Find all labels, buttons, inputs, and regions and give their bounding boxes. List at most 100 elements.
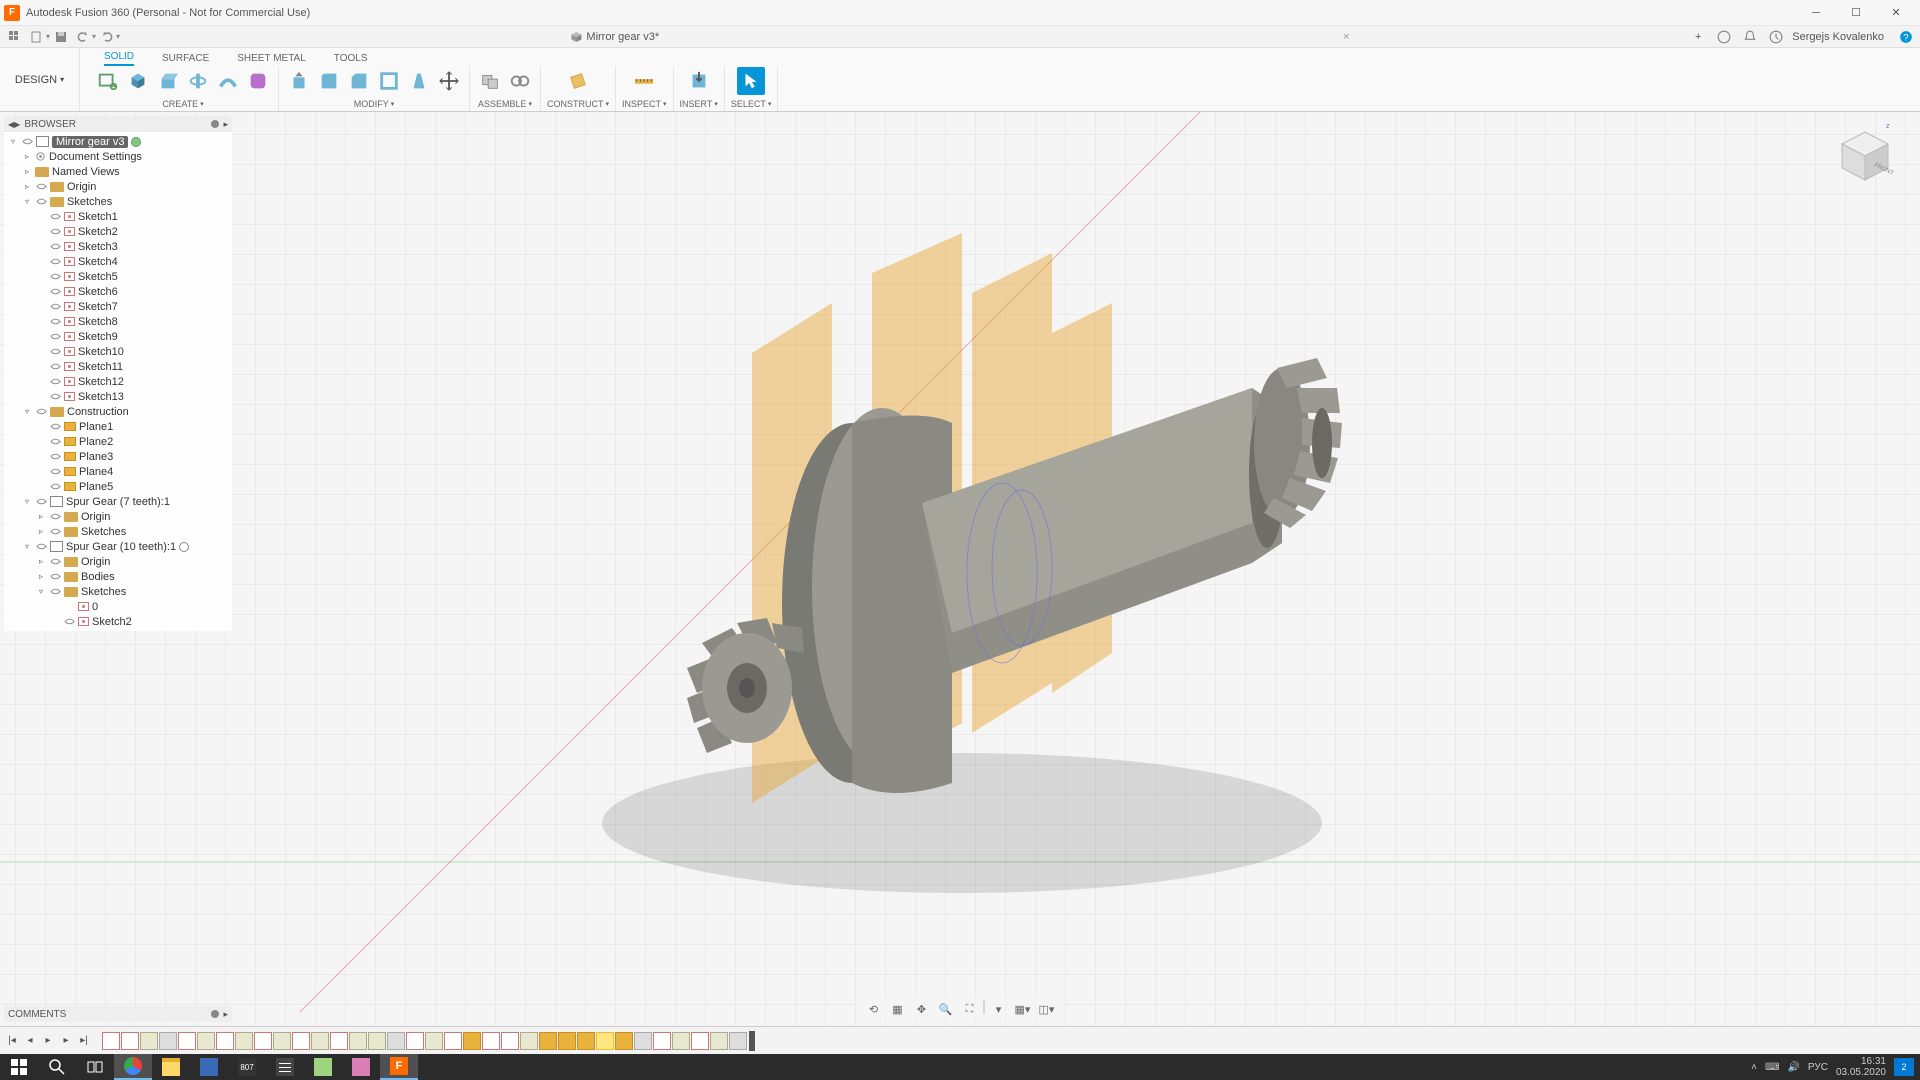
panel-options-icon[interactable] <box>211 1010 219 1018</box>
tree-sketch-item[interactable]: Sketch2 <box>4 224 232 239</box>
workspace-switcher[interactable]: DESIGN▾ <box>0 48 80 111</box>
tree-sketch-item[interactable]: Sketch9 <box>4 329 232 344</box>
search-button[interactable] <box>38 1054 76 1080</box>
tree-sketch-item[interactable]: Sketch3 <box>4 239 232 254</box>
timeline-feature[interactable] <box>197 1032 215 1050</box>
zoom-button[interactable]: 🔍 <box>936 1000 956 1018</box>
tree-sketch-item[interactable]: Sketch8 <box>4 314 232 329</box>
start-button[interactable] <box>0 1054 38 1080</box>
tree-spur7[interactable]: ▿ Spur Gear (7 teeth):1 <box>4 494 232 509</box>
orbit-button[interactable]: ⟲ <box>864 1000 884 1018</box>
tray-notifications[interactable]: 2 <box>1894 1058 1914 1076</box>
tree-sketch-item[interactable]: Sketch5 <box>4 269 232 284</box>
timeline-feature[interactable] <box>615 1032 633 1050</box>
tab-solid[interactable]: SOLID <box>104 51 134 66</box>
timeline-feature[interactable] <box>311 1032 329 1050</box>
timeline-feature[interactable] <box>273 1032 291 1050</box>
viewcube[interactable]: FRONT z <box>1830 122 1900 192</box>
construct-plane-button[interactable] <box>564 67 592 95</box>
new-component-button[interactable] <box>476 67 504 95</box>
data-panel-button[interactable] <box>4 28 26 46</box>
tree-sketch-item[interactable]: Sketch13 <box>4 389 232 404</box>
tree-spur10-sketches[interactable]: ▿ Sketches <box>4 584 232 599</box>
timeline-feature[interactable] <box>463 1032 481 1050</box>
timeline-next-button[interactable]: ▸ <box>58 1033 74 1049</box>
tray-cloud-icon[interactable]: ⌨ <box>1765 1062 1779 1073</box>
select-button[interactable] <box>737 67 765 95</box>
tree-construction-folder[interactable]: ▿ Construction <box>4 404 232 419</box>
tree-sketch-item[interactable]: Sketch12 <box>4 374 232 389</box>
timeline-feature[interactable] <box>596 1032 614 1050</box>
tray-lang[interactable]: РУС <box>1808 1062 1828 1073</box>
viewport-3d[interactable]: FRONT z <box>0 112 1920 1026</box>
draft-button[interactable] <box>405 67 433 95</box>
tree-doc-settings[interactable]: ▹ Document Settings <box>4 149 232 164</box>
file-menu-button[interactable] <box>26 28 48 46</box>
taskbar-app4[interactable] <box>342 1054 380 1080</box>
timeline-end-button[interactable]: ▸| <box>76 1033 92 1049</box>
timeline-feature[interactable] <box>235 1032 253 1050</box>
document-tab[interactable]: Mirror gear v3* × <box>570 31 1349 43</box>
timeline-feature[interactable] <box>159 1032 177 1050</box>
close-tab-icon[interactable]: × <box>1343 31 1349 43</box>
taskbar-explorer[interactable] <box>152 1054 190 1080</box>
tree-sketch-item[interactable]: Sketch10 <box>4 344 232 359</box>
viewport-settings-button[interactable]: ◫▾ <box>1037 1000 1057 1018</box>
timeline-feature[interactable] <box>292 1032 310 1050</box>
fit-button[interactable]: ⛶ <box>960 1000 980 1018</box>
browser-header[interactable]: ◀▶ BROWSER ▸ <box>4 116 232 132</box>
close-button[interactable]: ✕ <box>1876 2 1916 24</box>
timeline-marker[interactable] <box>749 1031 755 1051</box>
box-button[interactable] <box>124 67 152 95</box>
tree-sketch-item[interactable]: Sketch7 <box>4 299 232 314</box>
timeline-feature[interactable] <box>254 1032 272 1050</box>
measure-button[interactable] <box>630 67 658 95</box>
grid-settings-button[interactable]: ▦▾ <box>1013 1000 1033 1018</box>
timeline-feature[interactable] <box>577 1032 595 1050</box>
group-insert-label[interactable]: INSERT▾ <box>680 99 718 111</box>
minimize-button[interactable]: ─ <box>1796 2 1836 24</box>
sweep-button[interactable] <box>214 67 242 95</box>
panel-collapse-icon[interactable]: ▸ <box>223 119 228 130</box>
tree-named-views[interactable]: ▹ Named Views <box>4 164 232 179</box>
move-button[interactable] <box>435 67 463 95</box>
tree-origin[interactable]: ▹ Origin <box>4 179 232 194</box>
tree-spur10-zero[interactable]: 0 <box>4 599 232 614</box>
tree-plane-item[interactable]: Plane3 <box>4 449 232 464</box>
timeline-feature[interactable] <box>539 1032 557 1050</box>
tree-plane-item[interactable]: Plane1 <box>4 419 232 434</box>
user-name[interactable]: Sergejs Kovalenko <box>1792 31 1884 43</box>
timeline-feature[interactable] <box>178 1032 196 1050</box>
timeline-feature[interactable] <box>102 1032 120 1050</box>
tree-spur10[interactable]: ▿ Spur Gear (10 teeth):1 <box>4 539 232 554</box>
activate-radio[interactable] <box>131 137 141 147</box>
taskbar-app3[interactable] <box>304 1054 342 1080</box>
tree-root[interactable]: ▿ Mirror gear v3 <box>4 134 232 149</box>
presspull-button[interactable] <box>285 67 313 95</box>
tree-sketch-item[interactable]: Sketch4 <box>4 254 232 269</box>
joint-button[interactable] <box>506 67 534 95</box>
tree-sketch-item[interactable]: Sketch11 <box>4 359 232 374</box>
new-design-button[interactable]: + <box>1688 28 1708 46</box>
notifications-button[interactable] <box>1740 28 1760 46</box>
panel-collapse-icon[interactable]: ▸ <box>223 1009 228 1020</box>
timeline-feature[interactable] <box>349 1032 367 1050</box>
timeline-feature[interactable] <box>558 1032 576 1050</box>
timeline-feature[interactable] <box>140 1032 158 1050</box>
fillet-button[interactable] <box>315 67 343 95</box>
tree-spur10-origin[interactable]: ▹ Origin <box>4 554 232 569</box>
group-assemble-label[interactable]: ASSEMBLE▾ <box>478 99 532 111</box>
new-sketch-button[interactable]: + <box>94 67 122 95</box>
timeline-feature[interactable] <box>501 1032 519 1050</box>
timeline-feature[interactable] <box>330 1032 348 1050</box>
taskbar-chrome[interactable] <box>114 1054 152 1080</box>
tree-spur7-sketches[interactable]: ▹ Sketches <box>4 524 232 539</box>
timeline-feature[interactable] <box>387 1032 405 1050</box>
tab-tools[interactable]: TOOLS <box>334 53 368 66</box>
tree-spur10-bodies[interactable]: ▹ Bodies <box>4 569 232 584</box>
look-button[interactable]: ▦ <box>888 1000 908 1018</box>
shell-button[interactable] <box>375 67 403 95</box>
timeline-feature[interactable] <box>425 1032 443 1050</box>
timeline-start-button[interactable]: |◂ <box>4 1033 20 1049</box>
timeline-feature[interactable] <box>406 1032 424 1050</box>
